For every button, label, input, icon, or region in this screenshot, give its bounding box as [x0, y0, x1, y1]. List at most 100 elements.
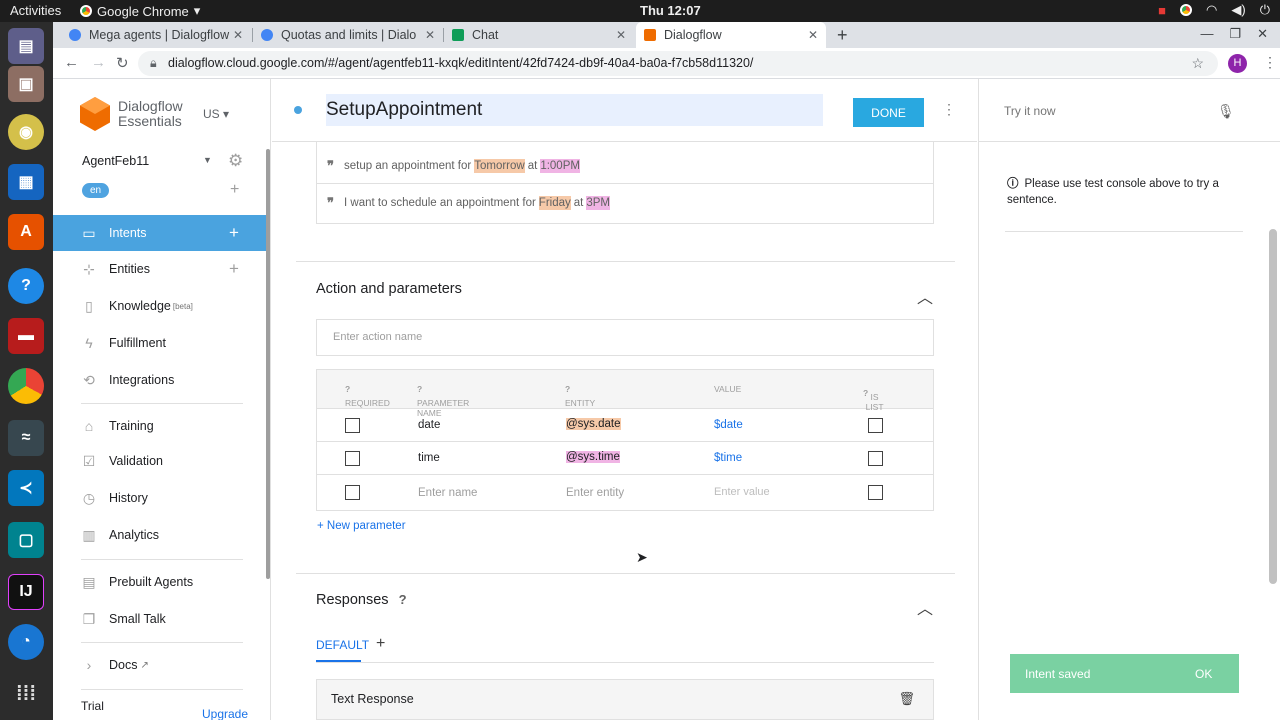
console-scrollbar[interactable] [1269, 229, 1277, 584]
date-annotation[interactable]: Tomorrow [474, 158, 525, 173]
sidebar-item-intents[interactable]: ▭ Intents + [53, 215, 267, 251]
add-language-icon[interactable]: + [230, 181, 239, 199]
sidebar-item-history[interactable]: ◷ History [53, 480, 267, 516]
reload-icon[interactable]: ↻ [116, 54, 129, 72]
files-icon[interactable]: ▤ [8, 28, 44, 64]
sidebar-item-prebuilt-agents[interactable]: ▤ Prebuilt Agents [53, 564, 267, 600]
new-parameter-link[interactable]: + New parameter [317, 520, 406, 532]
done-button[interactable]: DONE [853, 98, 924, 127]
maximize-icon[interactable]: ❐ [1229, 26, 1241, 42]
bookmark-star-icon[interactable]: ☆ [1191, 51, 1204, 76]
sidebar-item-analytics[interactable]: ▥ Analytics [53, 517, 267, 553]
activities-button[interactable]: Activities [10, 3, 61, 18]
upgrade-link[interactable]: Upgrade [202, 707, 248, 720]
is-list-checkbox[interactable] [868, 418, 883, 433]
help-icon[interactable]: ? [8, 268, 44, 304]
table-row-new[interactable]: Enter name Enter entity Enter value [317, 475, 933, 508]
forward-icon[interactable]: → [91, 54, 106, 71]
param-value-placeholder[interactable]: Enter value [714, 486, 770, 498]
minimize-icon[interactable]: — [1200, 26, 1213, 42]
try-it-now-input[interactable]: Try it now [1004, 104, 1056, 118]
param-value[interactable]: $date [714, 419, 743, 431]
sidebar-item-training[interactable]: ⌂ Training [53, 408, 267, 444]
param-name[interactable]: time [418, 452, 440, 464]
close-icon[interactable]: ✕ [425, 28, 435, 42]
region-selector[interactable]: US ▾ [203, 107, 229, 121]
terminal-icon[interactable]: ▬ [8, 318, 44, 354]
speaker-icon[interactable]: ◉ [8, 114, 44, 150]
help-icon[interactable]: ? [565, 384, 570, 394]
text-response-card[interactable]: Text Response 🗑︎ [316, 679, 934, 720]
tab-default[interactable]: DEFAULT [316, 638, 369, 652]
intellij-icon[interactable]: IJ [8, 574, 44, 610]
close-icon[interactable]: ✕ [616, 28, 626, 42]
archive-icon[interactable]: ▣ [8, 66, 44, 102]
screen-tool-icon[interactable]: ▢ [8, 522, 44, 558]
training-phrase[interactable]: ❞ setup an appointment for Tomorrow at 1… [317, 148, 933, 184]
browser-menu-icon[interactable]: ⋮ [1263, 54, 1277, 71]
tab-quotas[interactable]: Quotas and limits | Dialo ✕ [253, 22, 443, 48]
action-name-input[interactable]: Enter action name [316, 319, 934, 356]
sidebar-item-validation[interactable]: ☑ Validation [53, 443, 267, 479]
help-icon[interactable]: ? [345, 384, 350, 394]
vscode-icon[interactable]: ≺ [8, 470, 44, 506]
training-phrase[interactable]: ❞ I want to schedule an appointment for … [317, 185, 933, 221]
help-icon[interactable]: ? [399, 592, 407, 607]
collapse-chevron-icon[interactable]: ︿ [917, 595, 933, 619]
add-response-tab-icon[interactable]: + [376, 635, 385, 653]
software-center-icon[interactable]: A [8, 214, 44, 250]
add-entity-icon[interactable]: + [229, 259, 239, 279]
tab-chat[interactable]: Chat ✕ [444, 22, 634, 48]
param-entity-placeholder[interactable]: Enter entity [566, 487, 624, 499]
help-icon[interactable]: ? [417, 384, 422, 394]
more-options-icon[interactable]: ⋮ [942, 101, 956, 118]
required-checkbox[interactable] [345, 451, 360, 466]
document-icon[interactable]: ▦ [8, 164, 44, 200]
chrome-dock-icon[interactable] [8, 368, 44, 404]
app-circle-icon[interactable]: ◔ [8, 624, 44, 660]
param-entity[interactable]: @sys.time [566, 451, 620, 463]
is-list-checkbox[interactable] [868, 485, 883, 500]
table-row[interactable]: time @sys.time $time [317, 442, 933, 475]
close-icon[interactable]: ✕ [233, 28, 243, 42]
microphone-icon[interactable]: 🎙︎ [1217, 103, 1235, 120]
collapse-chevron-icon[interactable]: ︿ [917, 284, 933, 308]
back-icon[interactable]: ← [64, 54, 79, 71]
close-icon[interactable]: ✕ [808, 28, 818, 42]
param-name[interactable]: date [418, 419, 440, 431]
required-checkbox[interactable] [345, 418, 360, 433]
agent-selector[interactable]: AgentFeb11 [82, 154, 149, 168]
trash-icon[interactable]: 🗑︎ [898, 691, 915, 707]
param-name-placeholder[interactable]: Enter name [418, 487, 477, 499]
sidebar-item-integrations[interactable]: ⟲ Integrations [53, 362, 267, 398]
clock[interactable]: Thu 12:07 [640, 3, 701, 18]
close-window-icon[interactable]: ✕ [1257, 26, 1268, 42]
sidebar-scrollbar[interactable] [266, 149, 270, 579]
time-annotation[interactable]: 1:00PM [540, 158, 580, 173]
param-value[interactable]: $time [714, 452, 742, 464]
app-menu[interactable]: Google Chrome ▾ [80, 3, 200, 19]
show-apps-icon[interactable]: ⁞⁞⁞ [8, 676, 44, 712]
gear-icon[interactable]: ⚙ [228, 151, 243, 171]
language-chip[interactable]: en [82, 183, 110, 198]
mysql-workbench-icon[interactable]: ≈ [8, 420, 44, 456]
snackbar-ok-button[interactable]: OK [1195, 667, 1212, 681]
tab-dialogflow[interactable]: Dialogflow ✕ [636, 22, 826, 48]
add-intent-icon[interactable]: + [229, 223, 239, 243]
sidebar-item-docs[interactable]: › Docs ↗ [53, 647, 267, 683]
profile-avatar[interactable]: H [1228, 54, 1247, 73]
intent-name-input[interactable] [326, 94, 823, 126]
address-bar[interactable]: 🔒︎ dialogflow.cloud.google.com/#/agent/a… [138, 51, 1218, 76]
is-list-checkbox[interactable] [868, 451, 883, 466]
required-checkbox[interactable] [345, 485, 360, 500]
param-entity[interactable]: @sys.date [566, 418, 621, 430]
sidebar-item-knowledge[interactable]: ▯ Knowledge [beta] [53, 288, 267, 324]
tab-mega-agents[interactable]: Mega agents | Dialogflow ✕ [61, 22, 251, 48]
caret-down-icon[interactable]: ▼ [203, 155, 212, 165]
time-annotation[interactable]: 3PM [586, 196, 610, 210]
date-annotation[interactable]: Friday [538, 196, 571, 210]
new-tab-button[interactable]: + [837, 25, 848, 46]
intent-priority-dot[interactable] [294, 106, 302, 114]
sidebar-item-fulfillment[interactable]: ϟ Fulfillment [53, 325, 267, 361]
system-tray[interactable]: ■ ◠ ◀) ⏻ [1158, 2, 1270, 18]
